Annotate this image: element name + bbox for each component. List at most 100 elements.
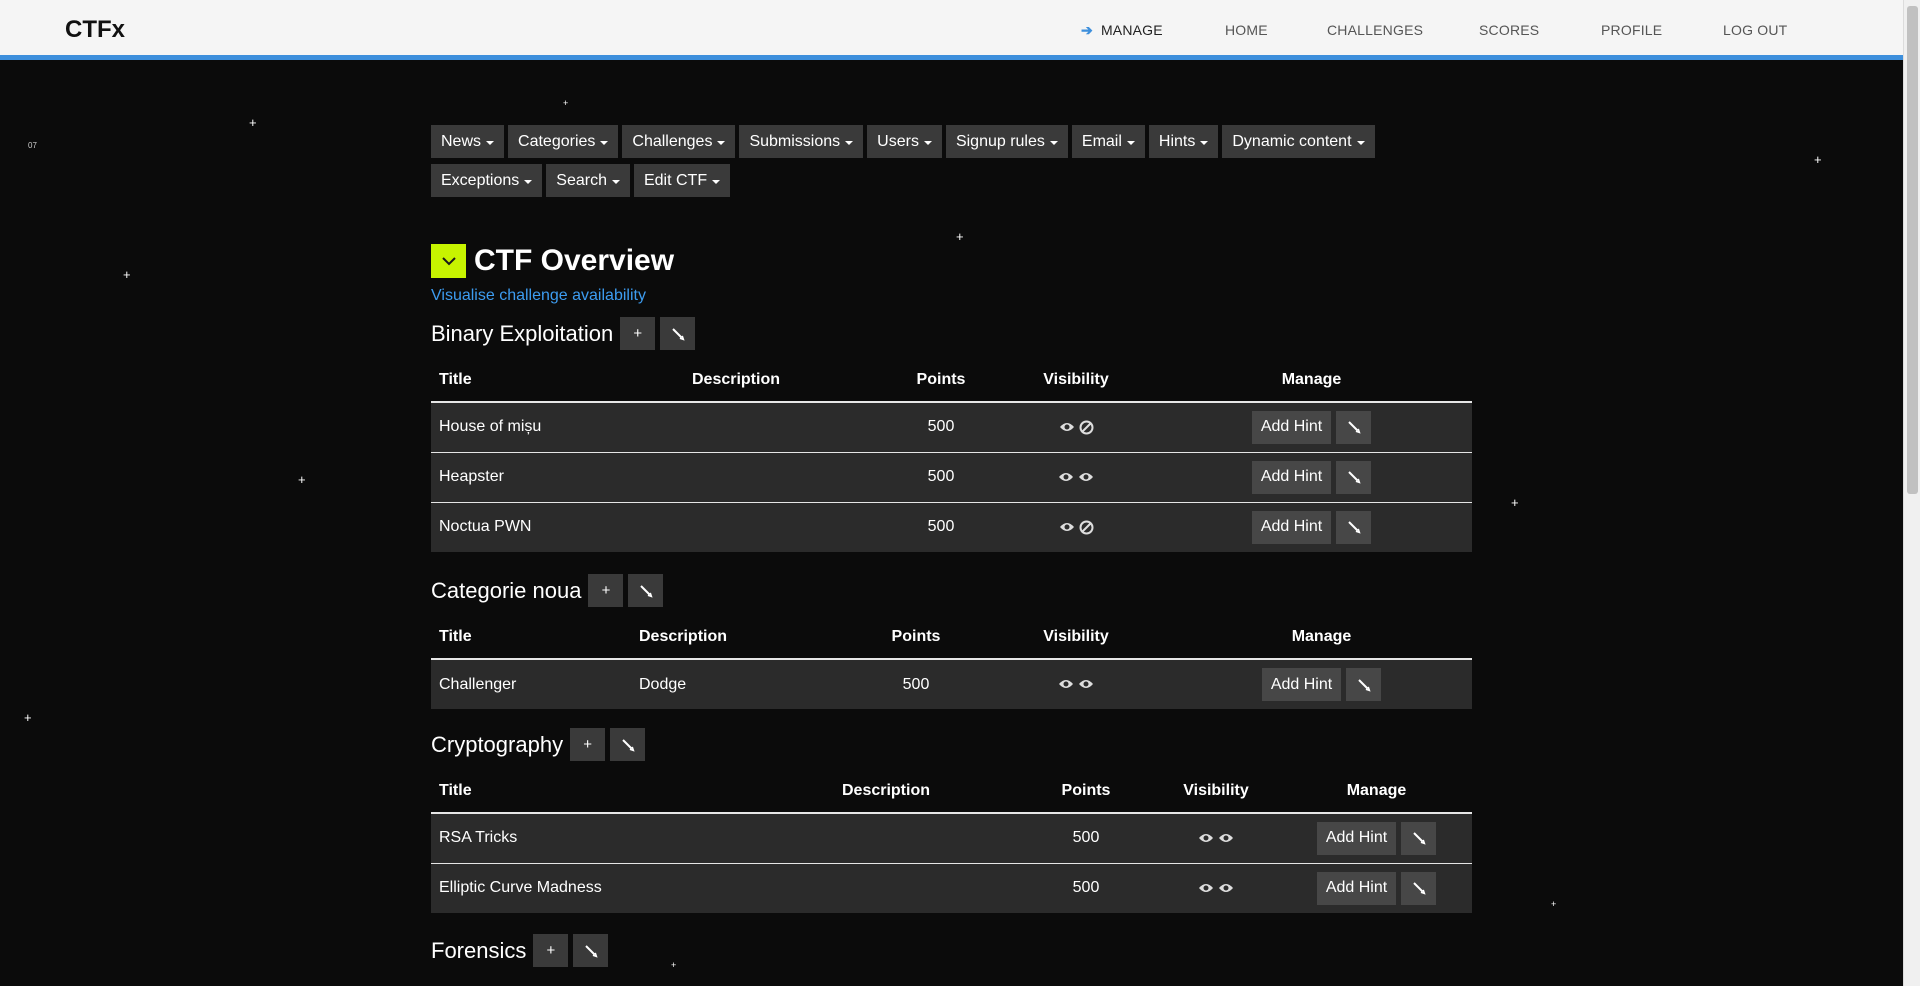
edit-category-button[interactable] [573,934,609,967]
challenge-title: Noctua PWN [431,501,591,552]
menu-users[interactable]: Users [867,125,942,158]
star-decoration: + [123,267,131,282]
menu-hints[interactable]: Hints [1148,125,1219,158]
eye-icon [1219,834,1233,843]
menu-challenges[interactable]: Challenges [622,125,736,158]
add-challenge-button[interactable]: + [570,728,606,761]
challenge-points: 500 [1021,813,1151,863]
menu-submissions[interactable]: Submissions [739,125,864,158]
nav-manage-label: MANAGE [1100,22,1163,38]
add-hint-button[interactable]: Add Hint [1316,821,1397,855]
menu-search[interactable]: Search [546,164,630,197]
pencil-icon [1412,882,1426,895]
edit-challenge-button[interactable] [1401,871,1437,905]
menu-label: Dynamic content [1232,132,1352,150]
edit-category-button[interactable] [660,317,696,350]
challenge-description [751,813,1021,863]
challenge-manage: Add Hint [1151,451,1472,502]
menu-exceptions[interactable]: Exceptions [431,164,543,197]
edit-challenge-button[interactable] [1336,510,1372,544]
edit-challenge-button[interactable] [1336,410,1372,444]
add-hint-button[interactable]: Add Hint [1316,871,1397,905]
column-header-title: Title [431,615,631,660]
chevron-down-icon [441,257,456,266]
add-challenge-button[interactable]: + [620,317,656,350]
table-row: Heapster 500 Add Hint [431,451,1472,502]
nav-manage[interactable]: ➔ MANAGE [1081,22,1163,39]
menu-email[interactable]: Email [1071,125,1145,158]
challenge-visibility [1151,862,1281,913]
menu-label: Categories [518,132,596,150]
caret-down-icon [600,140,609,145]
menu-label: News [441,132,482,150]
add-hint-button[interactable]: Add Hint [1251,510,1332,544]
plus-icon: + [601,582,611,599]
nav-profile[interactable]: PROFILE [1601,22,1662,38]
challenge-description: Dodge [631,659,851,709]
menu-dynamic-content[interactable]: Dynamic content [1222,125,1375,158]
add-challenge-button[interactable]: + [533,934,569,967]
nav-home[interactable]: HOME [1225,22,1268,38]
banned-icon [1079,420,1093,435]
challenge-points: 500 [1021,862,1151,913]
column-header-visibility: Visibility [981,615,1171,660]
add-hint-button[interactable]: Add Hint [1261,668,1342,701]
caret-down-icon [1126,140,1135,145]
nav-challenges[interactable]: CHALLENGES [1327,22,1423,38]
eye-icon [1079,472,1093,481]
nav-scores[interactable]: SCORES [1479,22,1539,38]
visualise-availability-link[interactable]: Visualise challenge availability [431,287,646,305]
column-header-description: Description [631,615,851,660]
table-row: Challenger Dodge 500 Add Hint [431,659,1472,709]
add-hint-button[interactable]: Add Hint [1251,460,1332,494]
top-navbar: CTFx ➔ MANAGE HOME CHALLENGES SCORES PROF… [0,0,1903,60]
edit-category-button[interactable] [610,728,646,761]
challenge-manage: Add Hint [1171,659,1472,709]
column-header-title: Title [431,358,591,403]
caret-down-icon [717,140,726,145]
category-header: Categorie noua + [431,574,668,607]
pencil-icon [1347,421,1361,434]
menu-news[interactable]: News [431,125,505,158]
menu-signup-rules[interactable]: Signup rules [945,125,1068,158]
column-header-visibility: Visibility [1001,358,1151,403]
challenge-manage: Add Hint [1151,501,1472,552]
scrollbar-thumb[interactable] [1907,6,1918,494]
column-header-points: Points [1021,769,1151,814]
edit-challenge-button[interactable] [1401,821,1437,855]
eye-icon [1059,523,1074,532]
pencil-icon [585,944,598,958]
eye-icon [1059,472,1073,481]
add-hint-button[interactable]: Add Hint [1251,410,1332,444]
edit-category-button[interactable] [628,574,664,607]
star-decoration: + [249,115,257,130]
star-decoration: + [298,472,306,487]
table-row: House of mișu 500 Add Hint [431,402,1472,452]
eye-icon [1059,423,1074,432]
nav-logout[interactable]: LOG OUT [1723,22,1787,38]
overview-collapse-toggle[interactable] [431,244,466,278]
caret-down-icon [923,140,932,145]
category-title: Cryptography [431,731,564,757]
challenge-description [591,402,881,452]
eye-icon [1199,834,1213,843]
challenge-manage: Add Hint [1281,862,1472,913]
category-title: Forensics [431,937,527,963]
pencil-icon [1347,521,1361,534]
category-header: Binary Exploitation + [431,317,700,350]
menu-categories[interactable]: Categories [508,125,619,158]
add-challenge-button[interactable]: + [588,574,624,607]
menu-label: Submissions [749,132,841,150]
table-row: Elliptic Curve Madness 500 Add Hint [431,862,1472,913]
edit-challenge-button[interactable] [1346,668,1382,701]
page-scrollbar[interactable] [1903,0,1920,986]
menu-edit-ctf[interactable]: Edit CTF [633,164,731,197]
challenge-points: 500 [881,402,1001,452]
star-decoration: + [1511,495,1519,510]
challenge-points: 500 [881,501,1001,552]
column-header-manage: Manage [1281,769,1472,814]
column-header-manage: Manage [1151,358,1472,403]
star-decoration: + [563,98,569,108]
edit-challenge-button[interactable] [1336,460,1372,494]
menu-label: Signup rules [955,132,1045,150]
